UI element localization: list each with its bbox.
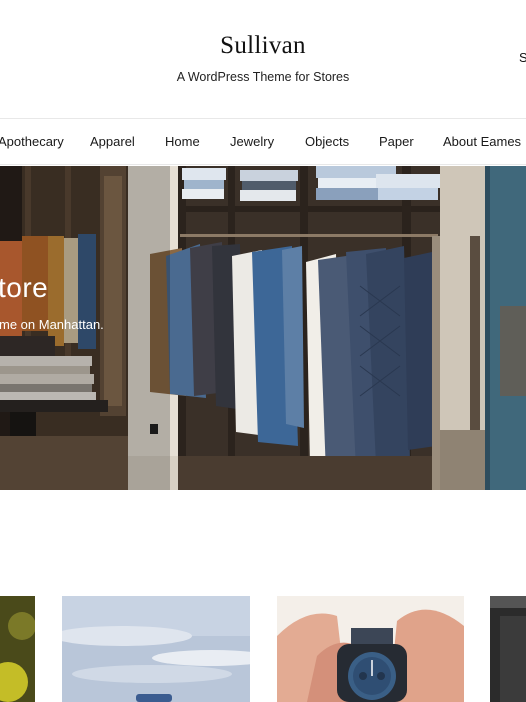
nav-item-apothecary[interactable]: Apothecary — [0, 134, 64, 149]
site-tagline: A WordPress Theme for Stores — [176, 70, 350, 84]
hero-subtitle: me on Manhattan. — [0, 317, 104, 332]
main-nav: Apothecary Apparel Home Jewelry Objects … — [0, 118, 526, 165]
product-image-sky — [62, 596, 250, 702]
product-grid — [0, 596, 526, 702]
product-card[interactable] — [277, 596, 464, 702]
nav-item-objects[interactable]: Objects — [305, 134, 349, 149]
product-card[interactable] — [490, 596, 526, 702]
hero-title: tore — [0, 272, 49, 303]
nav-item-about-eames-label: About Eames — [443, 134, 522, 149]
product-image-yellow — [0, 596, 35, 702]
nav-item-about-eames[interactable]: About Eames — [443, 134, 526, 149]
nav-item-jewelry[interactable]: Jewelry — [230, 134, 274, 149]
product-card[interactable] — [62, 596, 250, 702]
nav-item-apparel[interactable]: Apparel — [90, 134, 135, 149]
product-image-watch — [277, 596, 464, 702]
nav-item-home[interactable]: Home — [165, 134, 200, 149]
header-right-link[interactable]: S — [519, 50, 526, 65]
site-header: Sullivan A WordPress Theme for Stores S — [0, 0, 526, 118]
product-card[interactable] — [0, 596, 35, 702]
page: Sullivan A WordPress Theme for Stores S … — [0, 0, 526, 702]
hero-banner[interactable]: tore me on Manhattan. — [0, 166, 526, 490]
product-image-dark — [490, 596, 526, 702]
site-title[interactable]: Sullivan — [0, 32, 526, 60]
nav-item-paper[interactable]: Paper — [379, 134, 414, 149]
